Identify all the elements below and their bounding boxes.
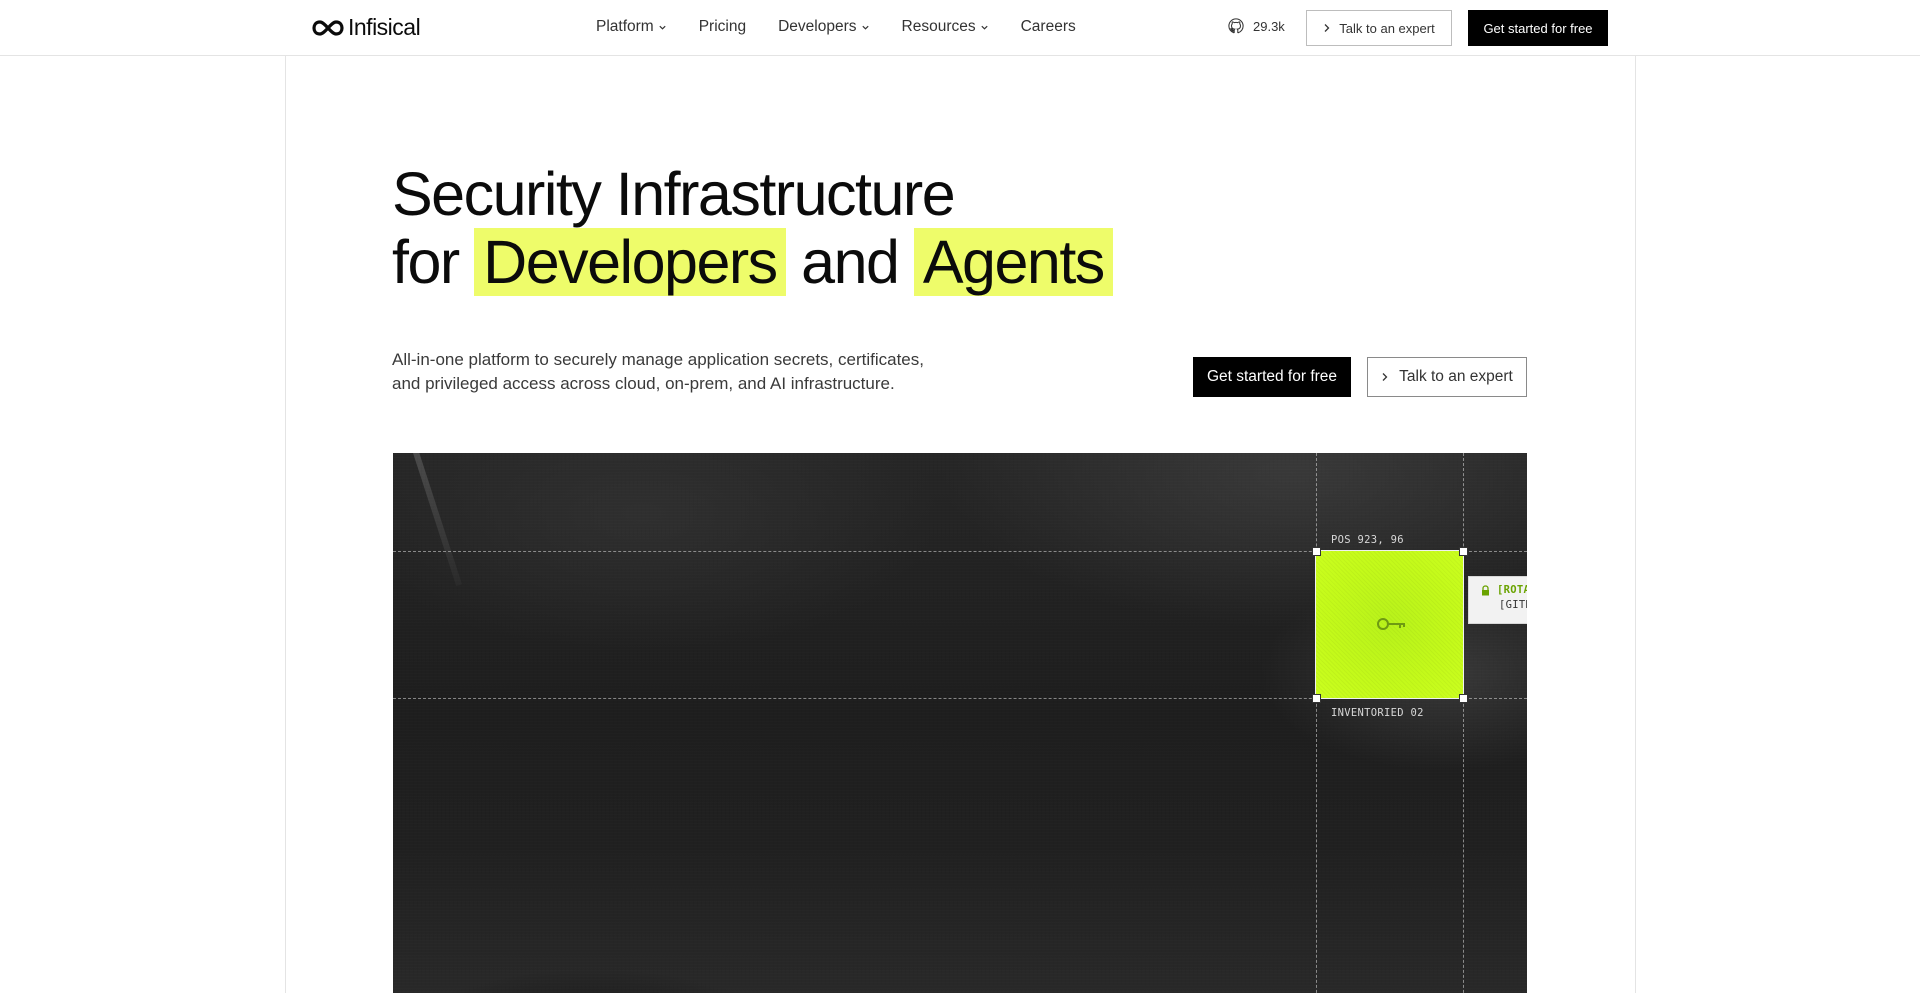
talk-to-expert-label: Talk to an expert	[1339, 20, 1435, 36]
tag-subtitle: [GITHUB-DEPLOY]	[1499, 599, 1527, 611]
resize-handle-top-right[interactable]	[1459, 547, 1468, 556]
nav-item-label: Platform	[596, 18, 654, 35]
github-star-count: 29.3k	[1253, 18, 1285, 34]
hero-talk-to-expert-label: Talk to an expert	[1399, 368, 1513, 385]
hero-visual-panel: POS 923, 96 INVENTORIED 02 [ROTATING SEC…	[393, 453, 1527, 993]
resize-handle-bottom-left[interactable]	[1312, 694, 1321, 703]
chevron-down-icon	[980, 25, 988, 30]
hero-talk-to-expert-button[interactable]: Talk to an expert	[1367, 357, 1527, 397]
inventory-readout: INVENTORIED 02	[1331, 707, 1424, 719]
headline-prefix: for	[392, 228, 460, 296]
headline-connector: and	[801, 228, 900, 296]
frame-right-line	[1635, 0, 1636, 993]
lock-icon	[1482, 584, 1489, 595]
guide-line-left	[1316, 453, 1317, 993]
headline-highlight-developers: Developers	[474, 228, 786, 296]
chevron-right-icon	[1324, 24, 1330, 32]
resize-handle-bottom-right[interactable]	[1459, 694, 1468, 703]
position-readout: POS 923, 96	[1331, 534, 1404, 546]
tag-title: [ROTATING SECRST]	[1497, 584, 1527, 596]
nav-item-label: Pricing	[698, 18, 747, 35]
nav-item-label: Resources	[901, 18, 976, 35]
hero-headline: Security Infrastructure for Developers a…	[392, 160, 1113, 296]
hero-subtext: All-in-one platform to securely manage a…	[392, 350, 924, 393]
nav-item-label: Developers	[778, 18, 857, 35]
github-stars-link[interactable]: 29.3k	[1227, 17, 1285, 35]
tag-title-row: [ROTATING SECRST]	[1481, 584, 1527, 596]
main-nav: Platform Pricing Developers Resources Ca…	[596, 18, 1108, 36]
infinity-logo-icon	[312, 19, 344, 36]
resize-handle-top-left[interactable]	[1312, 547, 1321, 556]
github-icon	[1228, 18, 1244, 34]
chevron-down-icon	[659, 25, 666, 30]
hero-get-started-label: Get started for free	[1206, 368, 1338, 385]
nav-item-platform[interactable]: Platform	[596, 18, 667, 36]
secret-tag-callout: [ROTATING SECRST] [GITHUB-DEPLOY]	[1468, 576, 1527, 624]
brand-logo[interactable]: Infisical	[312, 14, 421, 41]
chevron-right-icon	[1382, 373, 1388, 381]
brand-name: Infisical	[348, 14, 421, 40]
secret-selection-box[interactable]	[1315, 550, 1464, 699]
guide-line-right	[1463, 453, 1464, 993]
nav-item-resources[interactable]: Resources	[902, 18, 989, 36]
key-icon	[1377, 618, 1405, 630]
hero-get-started-button[interactable]: Get started for free	[1193, 357, 1351, 397]
nav-item-developers[interactable]: Developers	[778, 18, 869, 36]
get-started-label: Get started for free	[1483, 20, 1593, 36]
nav-item-careers[interactable]: Careers	[1021, 18, 1076, 36]
guide-line-bottom	[393, 698, 1527, 699]
nav-item-pricing[interactable]: Pricing	[699, 18, 746, 36]
nav-item-label: Careers	[1020, 18, 1076, 35]
chevron-down-icon	[861, 25, 869, 30]
headline-highlight-agents: Agents	[913, 228, 1113, 296]
headline-line1: Security Infrastructure	[392, 160, 956, 228]
talk-to-expert-button[interactable]: Talk to an expert	[1306, 10, 1452, 46]
top-nav: Infisical Platform Pricing Developers Re…	[0, 0, 1920, 56]
get-started-button[interactable]: Get started for free	[1468, 10, 1608, 46]
frame-left-line	[285, 0, 286, 993]
